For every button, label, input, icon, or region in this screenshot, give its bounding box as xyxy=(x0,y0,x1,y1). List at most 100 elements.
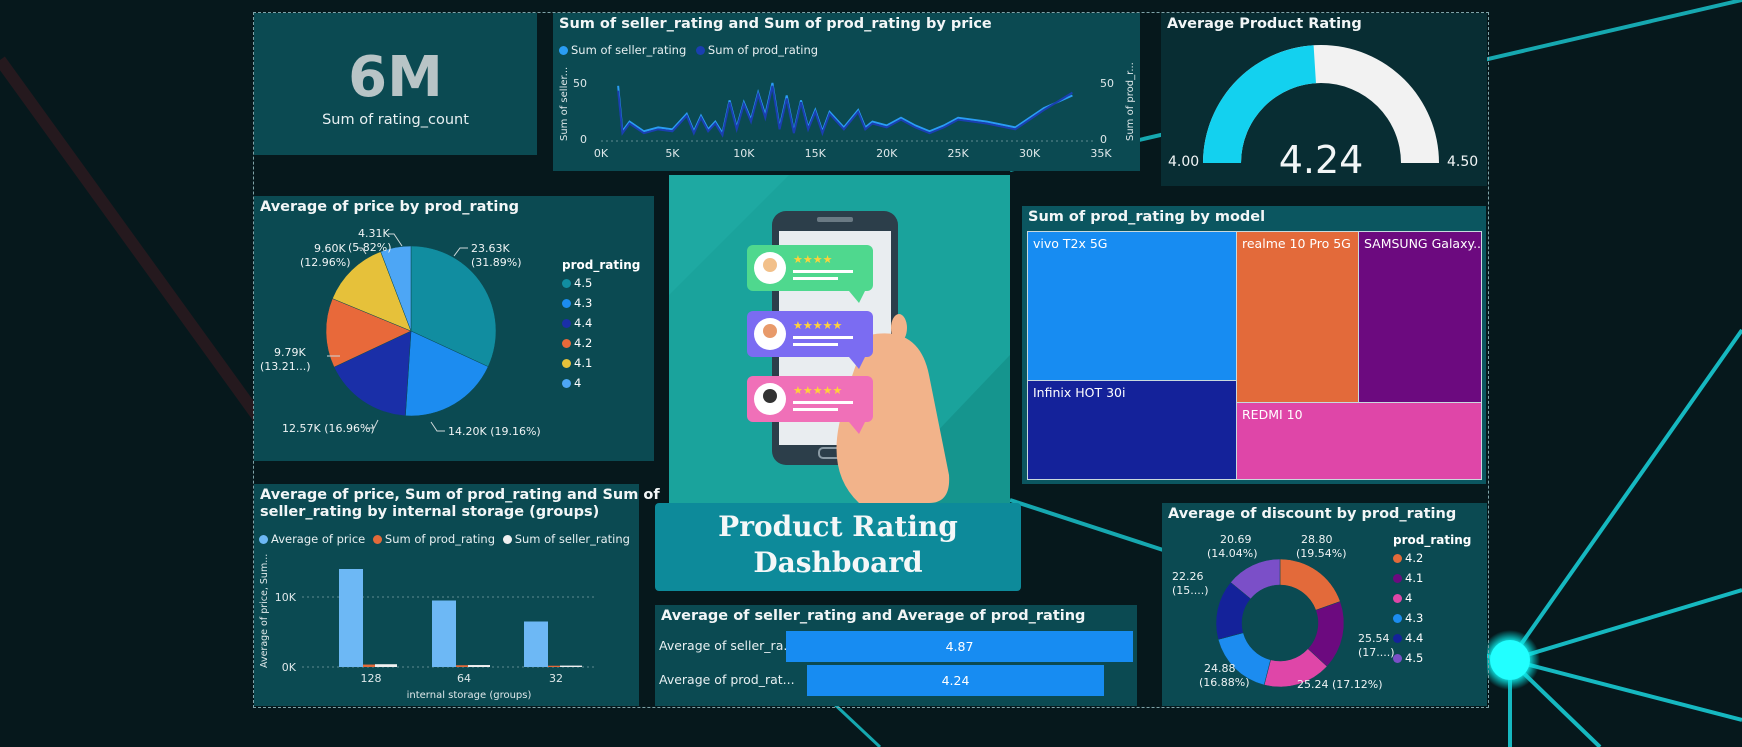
gauge-panel[interactable]: Average Product Rating 4.24 4.00 4.50 xyxy=(1161,13,1487,186)
dashboard-title-box: Product Rating Dashboard xyxy=(655,503,1021,591)
treemap-title: Sum of prod_rating by model xyxy=(1028,209,1266,225)
y-left-tick: 0 xyxy=(580,133,587,146)
gauge-svg: 4.24 4.00 4.50 xyxy=(1168,45,1478,182)
donut-data-label: 25.54 xyxy=(1358,632,1390,645)
bar-x-tick: 64 xyxy=(457,672,471,685)
legend-dot-icon xyxy=(562,359,571,368)
kpi-value: 6M xyxy=(348,45,443,110)
legend-item[interactable]: 4.1 xyxy=(562,356,640,370)
x-tick-label: 0K xyxy=(594,147,609,160)
gauge-value: 4.24 xyxy=(1279,138,1364,182)
hbar-row-label: Average of prod_rat... xyxy=(659,672,795,687)
legend-dot-icon xyxy=(1393,654,1402,663)
treemap-cell[interactable]: realme 10 Pro 5G xyxy=(1236,231,1360,403)
donut-data-label: 24.88 xyxy=(1204,662,1236,675)
bar[interactable] xyxy=(548,665,560,667)
legend-dot-icon xyxy=(1393,614,1402,623)
phone-review-illustration: ★★★★ ★★★★★ ★★★★★ xyxy=(669,175,1010,503)
pie-data-label: 14.20K (19.16%) xyxy=(448,425,541,438)
hbar-bar[interactable]: 4.24 xyxy=(807,665,1104,696)
line-chart-panel[interactable]: Sum of seller_rating and Sum of prod_rat… xyxy=(553,13,1140,171)
legend-item[interactable]: 4 xyxy=(562,376,640,390)
legend-label: 4 xyxy=(574,376,582,390)
bar-chart-panel[interactable]: Average of price, Sum of prod_rating and… xyxy=(254,484,660,706)
x-tick-label: 5K xyxy=(665,147,680,160)
bar[interactable] xyxy=(456,665,468,667)
legend-label: 4.2 xyxy=(1405,551,1424,565)
bar-x-tick: 128 xyxy=(361,672,382,685)
legend-item[interactable]: 4.1 xyxy=(1393,571,1471,585)
pie-data-label: 12.57K (16.96%) xyxy=(282,422,375,435)
donut-data-label: (17....) xyxy=(1358,646,1395,659)
legend-label: 4.3 xyxy=(1405,611,1424,625)
kpi-card[interactable]: 6M Sum of rating_count xyxy=(254,13,537,155)
bar-x-axis-label: internal storage (groups) xyxy=(407,690,532,701)
y-right-tick: 50 xyxy=(1100,77,1114,90)
bar-y-axis-label: Average of price, Sum... xyxy=(259,554,270,668)
illustration-svg: ★★★★ ★★★★★ ★★★★★ xyxy=(669,175,1010,503)
legend-label: 4 xyxy=(1405,591,1413,605)
legend-item[interactable]: 4.4 xyxy=(1393,631,1471,645)
donut-legend-title: prod_rating xyxy=(1393,533,1472,547)
y-right-axis-label: Sum of prod_r... xyxy=(1125,62,1136,141)
hbar-title: Average of seller_rating and Average of … xyxy=(661,608,1086,624)
legend-item[interactable]: 4.3 xyxy=(1393,611,1471,625)
legend-dot-icon xyxy=(1393,634,1402,643)
legend-dot-icon xyxy=(562,279,571,288)
donut-legend: prod_rating 4.2 4.1 4 4.3 4.4 4.5 xyxy=(1393,533,1471,671)
pie-legend-title: prod_rating xyxy=(562,258,641,272)
legend-dot-icon xyxy=(562,299,571,308)
donut-data-label: 20.69 xyxy=(1220,533,1252,546)
bar[interactable] xyxy=(375,664,397,667)
legend-item[interactable]: 4 xyxy=(1393,591,1471,605)
pie-data-label: (12.96%) xyxy=(300,256,351,269)
bar[interactable] xyxy=(432,600,456,668)
gauge-min: 4.00 xyxy=(1168,154,1199,170)
legend-item[interactable]: 4.3 xyxy=(562,296,640,310)
hbar-panel[interactable]: Average of seller_rating and Average of … xyxy=(655,605,1137,706)
x-tick-label: 15K xyxy=(805,147,827,160)
treemap-cell[interactable]: Infinix HOT 30i xyxy=(1027,380,1237,480)
dashboard-title: Product Rating Dashboard xyxy=(718,510,958,579)
legend-dot-icon xyxy=(1393,574,1402,583)
legend-item[interactable]: 4.4 xyxy=(562,316,640,330)
bar[interactable] xyxy=(339,569,363,667)
donut-data-label: (16.88%) xyxy=(1199,676,1250,689)
pie-data-label: 9.60K xyxy=(314,242,346,255)
treemap-panel[interactable]: Sum of prod_rating by model vivo T2x 5G … xyxy=(1022,206,1486,484)
donut-data-label: 22.26 xyxy=(1172,570,1204,583)
line-chart-svg: Sum of seller... Sum of prod_r... 50 0 5… xyxy=(559,62,1136,160)
legend-item[interactable]: 4.5 xyxy=(562,276,640,290)
pie-legend: prod_rating 4.5 4.3 4.4 4.2 4.1 4 xyxy=(562,258,640,396)
line-series-2[interactable] xyxy=(617,85,1073,138)
line-series-1[interactable] xyxy=(617,82,1073,136)
pie-data-label: (5.82%) xyxy=(348,241,392,254)
x-tick-label: 30K xyxy=(1019,147,1041,160)
donut-data-label: (19.54%) xyxy=(1296,547,1347,560)
x-tick-label: 25K xyxy=(948,147,970,160)
donut-slice[interactable] xyxy=(1279,558,1341,611)
bar[interactable] xyxy=(468,665,490,667)
donut-data-label: (15....) xyxy=(1172,584,1209,597)
hbar-bar[interactable]: 4.87 xyxy=(786,631,1133,662)
legend-dot-icon xyxy=(1393,554,1402,563)
y-left-tick: 50 xyxy=(573,77,587,90)
bar[interactable] xyxy=(363,664,375,667)
legend-item[interactable]: 4.2 xyxy=(562,336,640,350)
legend-dot-icon xyxy=(562,319,571,328)
legend-dot-icon xyxy=(562,339,571,348)
donut-data-label: 28.80 xyxy=(1301,533,1333,546)
donut-data-label: 25.24 (17.12%) xyxy=(1297,678,1383,691)
legend-label: 4.4 xyxy=(1405,631,1424,645)
bar[interactable] xyxy=(524,621,548,668)
treemap-cell[interactable]: SAMSUNG Galaxy... xyxy=(1358,231,1482,403)
pie-panel[interactable]: Average of price by prod_rating 23.63K (… xyxy=(254,196,654,461)
donut-panel[interactable]: Average of discount by prod_rating 28.80… xyxy=(1162,503,1487,706)
treemap-cell[interactable]: REDMI 10 xyxy=(1236,402,1482,480)
legend-label: 4.4 xyxy=(574,316,593,330)
legend-item[interactable]: 4.2 xyxy=(1393,551,1471,565)
pie-data-label: (13.21...) xyxy=(260,360,311,373)
treemap-cell[interactable]: vivo T2x 5G xyxy=(1027,231,1237,381)
legend-item[interactable]: 4.5 xyxy=(1393,651,1471,665)
bar[interactable] xyxy=(560,665,582,667)
